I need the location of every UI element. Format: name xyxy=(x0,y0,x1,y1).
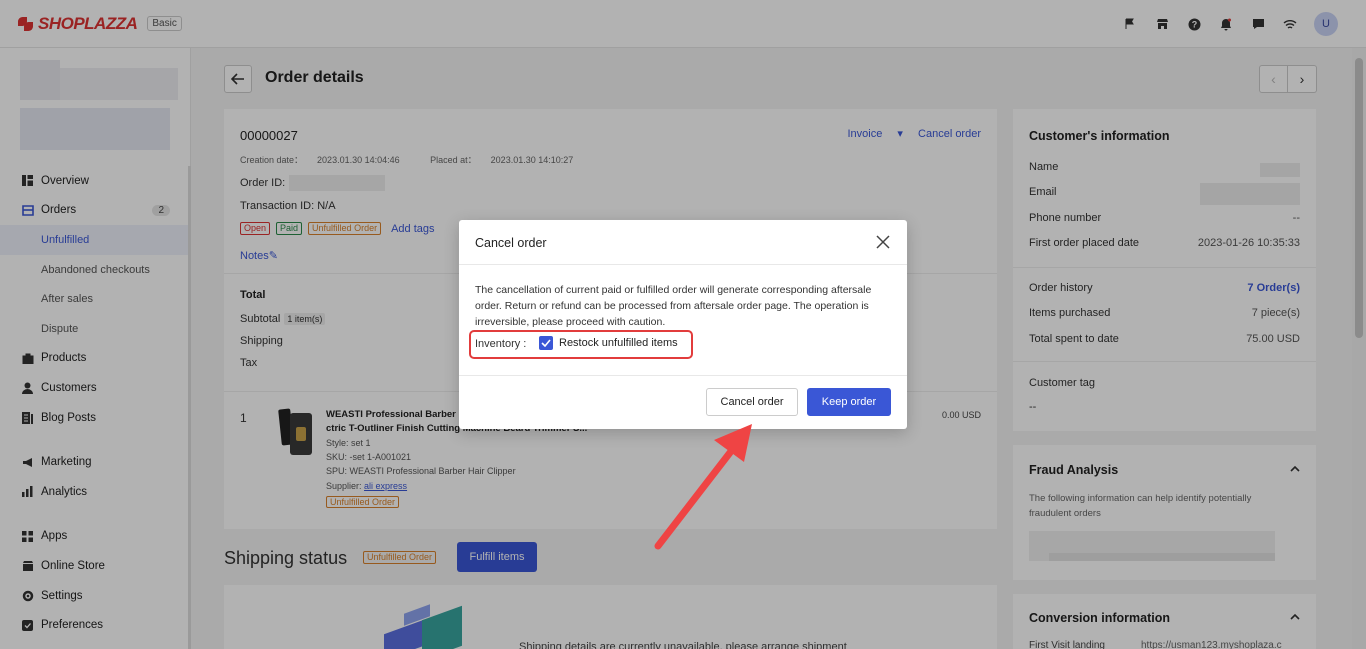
restock-label[interactable]: Restock unfulfilled items xyxy=(559,337,678,349)
checkmark-icon xyxy=(541,339,551,347)
keep-order-button[interactable]: Keep order xyxy=(807,388,891,416)
cancel-order-dialog: Cancel order The cancellation of current… xyxy=(459,220,907,429)
inventory-label: Inventory : xyxy=(475,338,527,350)
dialog-title: Cancel order xyxy=(475,236,547,250)
restock-checkbox[interactable] xyxy=(539,336,553,350)
dialog-message: The cancellation of current paid or fulf… xyxy=(475,284,872,328)
close-icon[interactable] xyxy=(873,232,893,252)
annotation-arrow xyxy=(654,424,752,550)
dialog-header: Cancel order xyxy=(459,220,907,265)
